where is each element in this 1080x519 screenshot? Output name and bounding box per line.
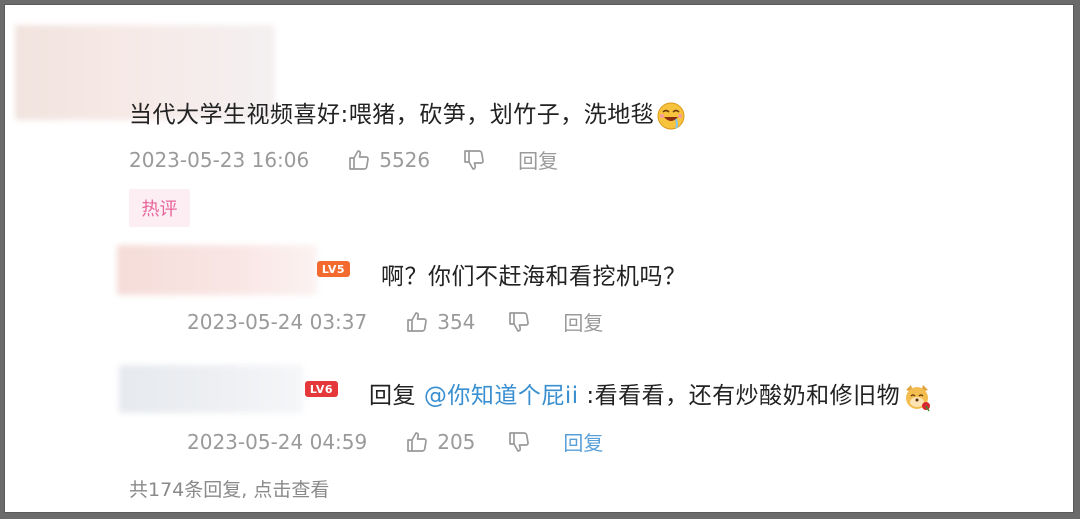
reply-text: 啊？你们不赶海和看挖机吗？ <box>381 264 687 290</box>
reply-button[interactable]: 回复 <box>563 427 603 456</box>
level-badge: LV5 <box>317 261 350 277</box>
comment-meta: 2023-05-23 16:06 5526 回复 <box>129 145 558 174</box>
comment-panel: 当代大学生视频喜好:喂猪，砍笋，划竹子，洗地毯 2023-05-23 16:06… <box>4 4 1074 513</box>
thumbs-up-icon[interactable] <box>405 310 429 334</box>
thumbs-down-icon[interactable] <box>507 310 531 334</box>
like-count: 5526 <box>379 147 431 172</box>
reply-date: 2023-05-24 04:59 <box>187 429 368 454</box>
user-mention-link[interactable]: @你知道个屁ii <box>424 383 579 409</box>
dog-rose-emoji-icon <box>906 384 931 411</box>
comment-text: 当代大学生视频喜好:喂猪，砍笋，划竹子，洗地毯 <box>129 95 686 131</box>
reply-prefix: 回复 <box>369 383 416 409</box>
level-badge: LV6 <box>305 381 338 397</box>
reply-button[interactable]: 回复 <box>518 145 558 174</box>
thumbs-up-icon[interactable] <box>405 430 429 454</box>
reply-meta: 2023-05-24 03:37 354 回复 <box>187 307 603 336</box>
reply-body: :看看看，还有炒酸奶和修旧物 <box>586 383 901 409</box>
reply-avatar-blurred[interactable] <box>119 365 303 413</box>
hot-comment-badge: 热评 <box>129 189 190 227</box>
laughing-drooling-emoji-icon <box>657 102 685 129</box>
reply-avatar-blurred[interactable] <box>117 245 317 295</box>
comment-date: 2023-05-23 16:06 <box>129 147 310 172</box>
like-count: 354 <box>437 309 476 334</box>
reply-meta: 2023-05-24 04:59 205 回复 <box>187 427 603 456</box>
reply-date: 2023-05-24 03:37 <box>187 309 368 334</box>
view-more-replies-link[interactable]: 共174条回复, 点击查看 <box>129 475 329 502</box>
reply-text: 回复 @你知道个屁ii :看看看，还有炒酸奶和修旧物 <box>369 376 932 412</box>
like-count: 205 <box>437 429 476 454</box>
thumbs-down-icon[interactable] <box>462 148 486 172</box>
thumbs-up-icon[interactable] <box>347 148 371 172</box>
thumbs-down-icon[interactable] <box>507 430 531 454</box>
reply-button[interactable]: 回复 <box>563 307 603 336</box>
